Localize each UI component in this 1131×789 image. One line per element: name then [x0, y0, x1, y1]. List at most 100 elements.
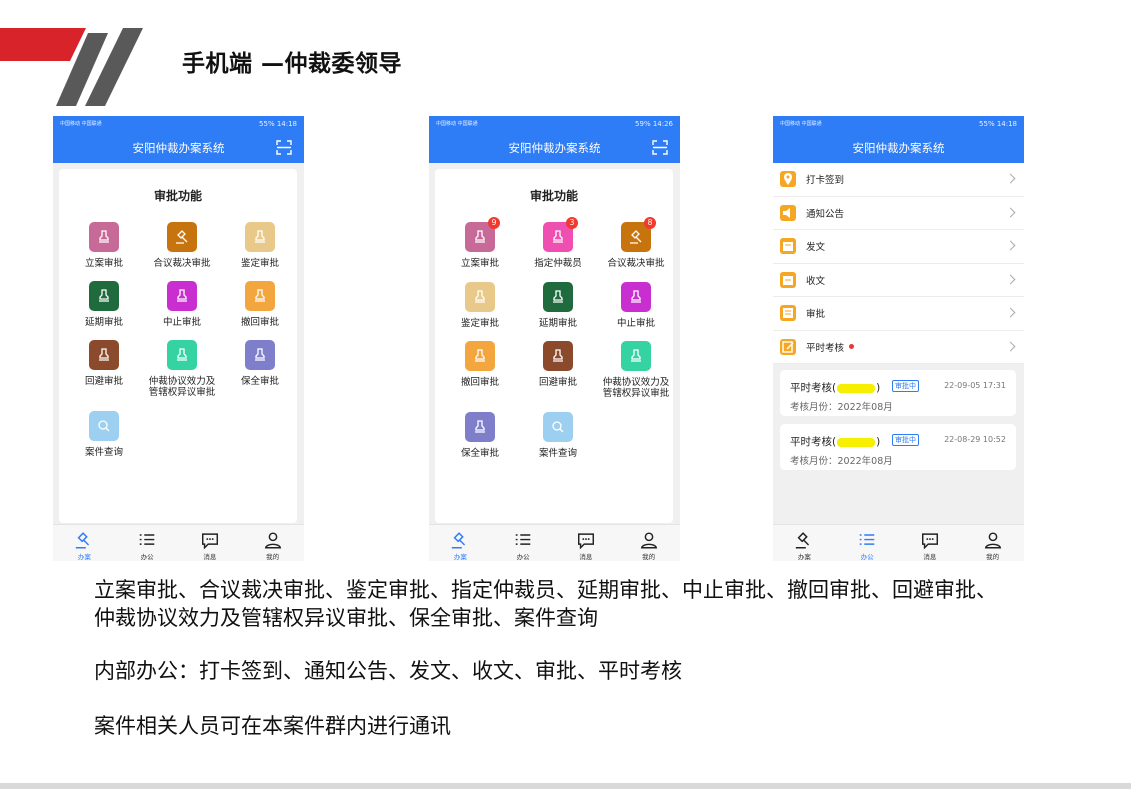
tab-list[interactable]: 办公	[492, 525, 555, 561]
grid-item[interactable]: 回避审批	[65, 340, 143, 387]
grid-item-label: 中止审批	[162, 317, 201, 328]
menu-item[interactable]: 收文	[773, 264, 1024, 297]
grid-item-label: 合议裁决审批	[607, 258, 665, 269]
grid-item[interactable]: 中止审批	[143, 281, 221, 328]
grid-item[interactable]: 保全审批	[221, 340, 299, 387]
stamp-icon	[167, 340, 197, 370]
receive-doc-icon	[780, 271, 796, 288]
stamp-icon	[465, 341, 495, 371]
location-icon	[780, 171, 796, 188]
tab-message[interactable]: 消息	[899, 525, 962, 561]
user-icon	[264, 532, 281, 549]
grid-item[interactable]: 仲裁协议效力及 管辖权异议审批	[143, 340, 221, 398]
tab-message[interactable]: 消息	[555, 525, 618, 561]
tab-user[interactable]: 我的	[241, 525, 304, 561]
menu-item[interactable]: 发文	[773, 230, 1024, 264]
menu-item-label: 发文	[806, 242, 826, 254]
count-badge: 3	[566, 217, 578, 229]
stamp-icon	[621, 341, 651, 371]
tab-gavel[interactable]: 办案	[53, 525, 116, 561]
tab-list[interactable]: 办公	[116, 525, 179, 561]
approval-card: 审批功能 9 立案审批 3 指定仲裁员 8 合议裁决审批 鉴定审批 延期审批 中止审批 撤回审批 回…	[435, 169, 673, 523]
chevron-right-icon	[1005, 173, 1016, 184]
stamp-icon	[89, 340, 119, 370]
office-menu: 打卡签到通知公告发文收文审批平时考核	[773, 163, 1024, 364]
review-title-suffix: )	[876, 382, 881, 394]
grid-item-label: 仲裁协议效力及	[602, 377, 670, 388]
tab-user[interactable]: 我的	[961, 525, 1024, 561]
count-badge: 9	[488, 217, 500, 229]
search-icon	[543, 412, 573, 442]
tab-gavel[interactable]: 办案	[773, 525, 836, 561]
stamp-icon	[245, 222, 275, 252]
grid-item-label: 案件查询	[84, 447, 123, 458]
tab-label: 办案	[797, 553, 811, 561]
scan-icon[interactable]	[652, 140, 668, 155]
status-badge: 审批中	[892, 380, 919, 392]
status-badge: 审批中	[892, 434, 919, 446]
menu-item[interactable]: 审批	[773, 297, 1024, 331]
user-icon	[640, 532, 657, 549]
tab-user[interactable]: 我的	[617, 525, 680, 561]
status-bar: 中国移动 中国联通 55% 14:18	[773, 116, 1024, 132]
review-card[interactable]: 平时考核() 审批中 22-08-29 10:52 考核月份：2022年08月	[780, 424, 1016, 470]
grid-item[interactable]: 合议裁决审批	[143, 222, 221, 269]
grid-item[interactable]: 仲裁协议效力及 管辖权异议审批	[597, 341, 675, 399]
menu-item[interactable]: 通知公告	[773, 197, 1024, 230]
review-time: 22-08-29 10:52	[944, 435, 1006, 444]
grid-item[interactable]: 8 合议裁决审批	[597, 217, 675, 269]
user-icon	[984, 532, 1001, 549]
carrier-label: 中国移动 中国联通	[60, 120, 102, 127]
grid-item[interactable]: 鉴定审批	[441, 282, 519, 329]
grid-item[interactable]: 撤回审批	[221, 281, 299, 328]
app-title: 安阳仲裁办案系统	[852, 140, 945, 155]
grid-item[interactable]: 延期审批	[519, 282, 597, 329]
slide: 手机端 —仲裁委领导 中国移动 中国联通 55% 14:18 安阳仲裁办案系统 …	[0, 0, 1131, 789]
review-time: 22-09-05 17:31	[944, 381, 1006, 390]
grid-item[interactable]: 撤回审批	[441, 341, 519, 388]
grid-item[interactable]: 回避审批	[519, 341, 597, 388]
grid-item-label: 仲裁协议效力及	[148, 376, 216, 387]
grid-item[interactable]: 立案审批	[65, 222, 143, 269]
app-bar: 安阳仲裁办案系统	[429, 132, 680, 163]
tab-list[interactable]: 办公	[836, 525, 899, 561]
tab-message[interactable]: 消息	[179, 525, 242, 561]
tab-label: 消息	[203, 553, 217, 561]
grid-item[interactable]: 3 指定仲裁员	[519, 217, 597, 269]
menu-item-label: 通知公告	[806, 208, 845, 220]
grid-item-label: 案件查询	[538, 448, 577, 459]
grid-item[interactable]: 案件查询	[65, 411, 143, 458]
tab-label: 消息	[579, 553, 593, 561]
stamp-icon	[245, 340, 275, 370]
search-icon	[89, 411, 119, 441]
status-bar: 中国移动 中国联通 59% 14:26	[429, 116, 680, 132]
menu-item[interactable]: 打卡签到	[773, 163, 1024, 197]
review-month: 考核月份：2022年08月	[790, 456, 893, 467]
grid-item-label: 回避审批	[538, 377, 577, 388]
message-icon	[921, 533, 938, 550]
grid-item-label: 鉴定审批	[460, 318, 499, 329]
tab-label: 办案	[77, 553, 91, 561]
app-bar: 安阳仲裁办案系统	[773, 132, 1024, 163]
scan-icon[interactable]	[276, 140, 292, 155]
tab-gavel[interactable]: 办案	[429, 525, 492, 561]
grid-item-label: 立案审批	[84, 258, 123, 269]
status-bar: 中国移动 中国联通 55% 14:18	[53, 116, 304, 132]
speaker-icon	[780, 204, 796, 221]
stamp-icon	[167, 281, 197, 311]
desc-line-office: 内部办公：打卡签到、通知公告、发文、收文、审批、平时考核	[94, 659, 682, 683]
grid-item[interactable]: 9 立案审批	[441, 217, 519, 269]
grid-item[interactable]: 保全审批	[441, 412, 519, 459]
grid-item[interactable]: 案件查询	[519, 412, 597, 459]
stamp-icon	[465, 412, 495, 442]
gavel-icon: 8	[621, 217, 656, 252]
desc-line-approvals-cont: 仲裁协议效力及管辖权异议审批、保全审批、案件查询	[94, 606, 598, 630]
stamp-icon	[89, 222, 119, 252]
slide-decoration	[0, 28, 143, 106]
grid-item[interactable]: 延期审批	[65, 281, 143, 328]
menu-item-label: 审批	[806, 309, 826, 321]
grid-item[interactable]: 鉴定审批	[221, 222, 299, 269]
review-card[interactable]: 平时考核() 审批中 22-09-05 17:31 考核月份：2022年08月	[780, 370, 1016, 416]
menu-item[interactable]: 平时考核	[773, 331, 1024, 364]
grid-item[interactable]: 中止审批	[597, 282, 675, 329]
